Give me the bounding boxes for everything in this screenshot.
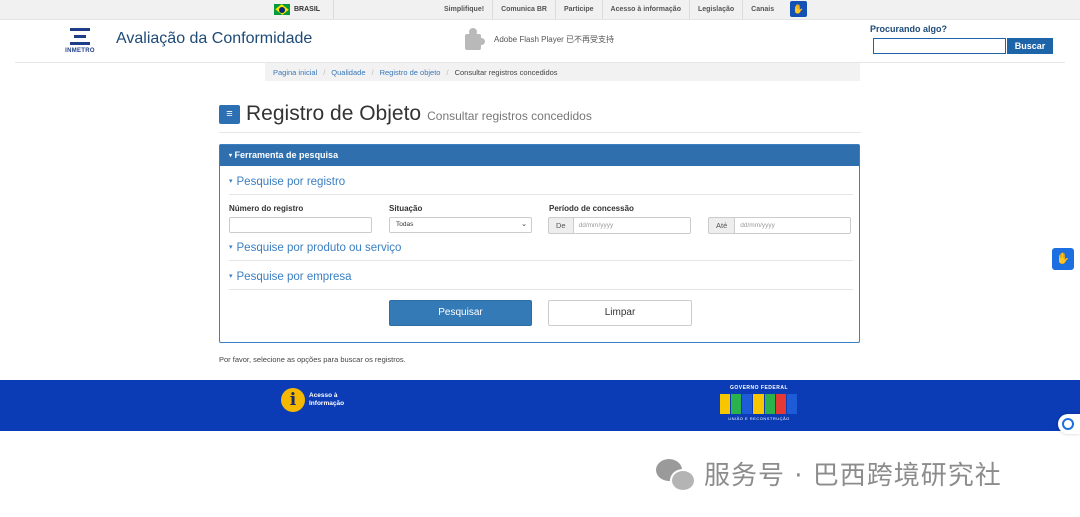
flash-notice-text: Adobe Flash Player 已不再受支持 — [494, 34, 615, 44]
plugin-puzzle-icon — [463, 28, 485, 50]
governo-federal-logo[interactable]: GOVERNO FEDERAL UNIÃO E RECONSTRUÇÃO — [718, 385, 800, 425]
gov-link-canais[interactable]: Canais — [743, 0, 782, 19]
inmetro-logo-text: INMETRO — [65, 48, 95, 54]
brazil-flag-icon — [274, 4, 290, 15]
date-from-group: De dd/mm/yyyy — [548, 217, 691, 234]
acesso-informacao-link[interactable]: i Acesso à Informação — [281, 388, 344, 412]
situacao-select[interactable]: Todas ⌄ — [389, 217, 532, 233]
site-search-input[interactable] — [873, 38, 1006, 54]
date-to-group: Até dd/mm/yyyy — [708, 217, 851, 234]
gov-logo-bottom-text: UNIÃO E RECONSTRUÇÃO — [728, 416, 790, 421]
heading-divider — [219, 132, 861, 133]
page-heading: ≡ Registro de Objeto Consultar registros… — [219, 102, 592, 126]
gov-bar-divider — [333, 0, 334, 19]
wechat-icon — [656, 457, 696, 492]
search-button[interactable]: Buscar — [1007, 38, 1053, 54]
breadcrumb-separator: / — [323, 67, 326, 77]
inmetro-logo-mark-icon — [70, 28, 90, 46]
caret-down-icon: ▾ — [229, 153, 233, 159]
flash-notice: Adobe Flash Player 已不再受支持 — [463, 28, 614, 50]
panel-header-label: Ferramenta de pesquisa — [234, 150, 339, 160]
menu-icon[interactable]: ≡ — [219, 104, 240, 124]
gov-link-acesso[interactable]: Acesso à informação — [603, 0, 690, 19]
situacao-label: Situação — [389, 204, 423, 213]
caret-down-icon: ▾ — [229, 178, 233, 185]
gov-link-participe[interactable]: Participe — [556, 0, 603, 19]
breadcrumb-registro[interactable]: Registro de objeto — [380, 68, 441, 77]
acesso-informacao-label: Acesso à Informação — [309, 392, 345, 407]
brasil-link[interactable]: BRASIL — [274, 3, 320, 16]
brasil-wordmark-icon — [720, 394, 798, 414]
site-footer: i Acesso à Informação GOVERNO FEDERAL UN… — [0, 380, 1080, 431]
watermark: 服务号 · 巴西跨境研究社 — [656, 455, 1002, 492]
date-from-input[interactable]: dd/mm/yyyy — [572, 217, 691, 234]
pesquisar-button[interactable]: Pesquisar — [389, 300, 532, 326]
brasil-label: BRASIL — [294, 6, 321, 13]
search-hint: Por favor, selecione as opções para busc… — [219, 355, 406, 364]
link-float-icon[interactable] — [1058, 414, 1080, 434]
caret-down-icon: ▾ — [229, 273, 233, 280]
gov-link-legislacao[interactable]: Legislação — [690, 0, 744, 19]
gov-links: Simplifique! Comunica BR Participe Acess… — [436, 0, 782, 19]
inmetro-logo[interactable]: INMETRO — [62, 28, 98, 56]
section-search-by-registro[interactable]: ▾ Pesquise por registro — [229, 176, 853, 195]
numero-registro-input[interactable] — [229, 217, 372, 233]
watermark-text: 服务号 · 巴西跨境研究社 — [704, 461, 1002, 491]
periodo-label: Período de concessão — [549, 204, 634, 213]
breadcrumb-home[interactable]: Pagina inicial — [273, 68, 317, 77]
date-from-addon: De — [548, 217, 573, 234]
site-title[interactable]: Avaliação da Conformidade — [116, 30, 312, 48]
gov-top-bar: BRASIL Simplifique! Comunica BR Particip… — [0, 0, 1080, 20]
gov-link-comunica[interactable]: Comunica BR — [493, 0, 556, 19]
situacao-selected: Todas — [396, 221, 414, 228]
caret-down-icon: ▾ — [229, 244, 233, 251]
search-label: Procurando algo? — [870, 24, 948, 34]
vlibras-hand-icon[interactable]: ✋ — [1052, 248, 1074, 270]
breadcrumb-qualidade[interactable]: Qualidade — [331, 68, 365, 77]
page-title: Registro de Objeto — [246, 102, 422, 125]
gov-logo-top-text: GOVERNO FEDERAL — [729, 385, 789, 391]
breadcrumb-separator: / — [371, 67, 374, 77]
gov-link-simplifique[interactable]: Simplifique! — [436, 0, 494, 19]
section-registro-label: Pesquise por registro — [236, 176, 346, 188]
sign-language-icon[interactable]: ✋ — [790, 1, 807, 17]
section-empresa-label: Pesquise por empresa — [236, 271, 352, 283]
section-search-by-empresa[interactable]: ▾ Pesquise por empresa — [229, 271, 853, 290]
date-to-input[interactable]: dd/mm/yyyy — [734, 217, 851, 234]
numero-registro-label: Número do registro — [229, 204, 304, 213]
limpar-button[interactable]: Limpar — [548, 300, 692, 326]
panel-header[interactable]: ▾ Ferramenta de pesquisa — [220, 145, 859, 166]
search-tool-panel: ▾ Ferramenta de pesquisa ▾ Pesquise por r… — [219, 144, 860, 343]
section-search-by-produto[interactable]: ▾ Pesquise por produto ou serviço — [229, 242, 853, 261]
page-subtitle: Consultar registros concedidos — [427, 109, 592, 123]
section-produto-label: Pesquise por produto ou serviço — [236, 242, 402, 254]
chevron-down-icon: ⌄ — [521, 221, 527, 228]
breadcrumb-current: Consultar registros concedidos — [454, 67, 558, 77]
breadcrumb-separator: / — [446, 67, 449, 77]
date-to-addon: Até — [708, 217, 735, 234]
breadcrumb: Pagina inicial / Qualidade / Registro de… — [265, 63, 860, 81]
site-header: INMETRO Avaliação da Conformidade Adobe … — [0, 20, 1080, 62]
info-icon: i — [281, 388, 305, 412]
